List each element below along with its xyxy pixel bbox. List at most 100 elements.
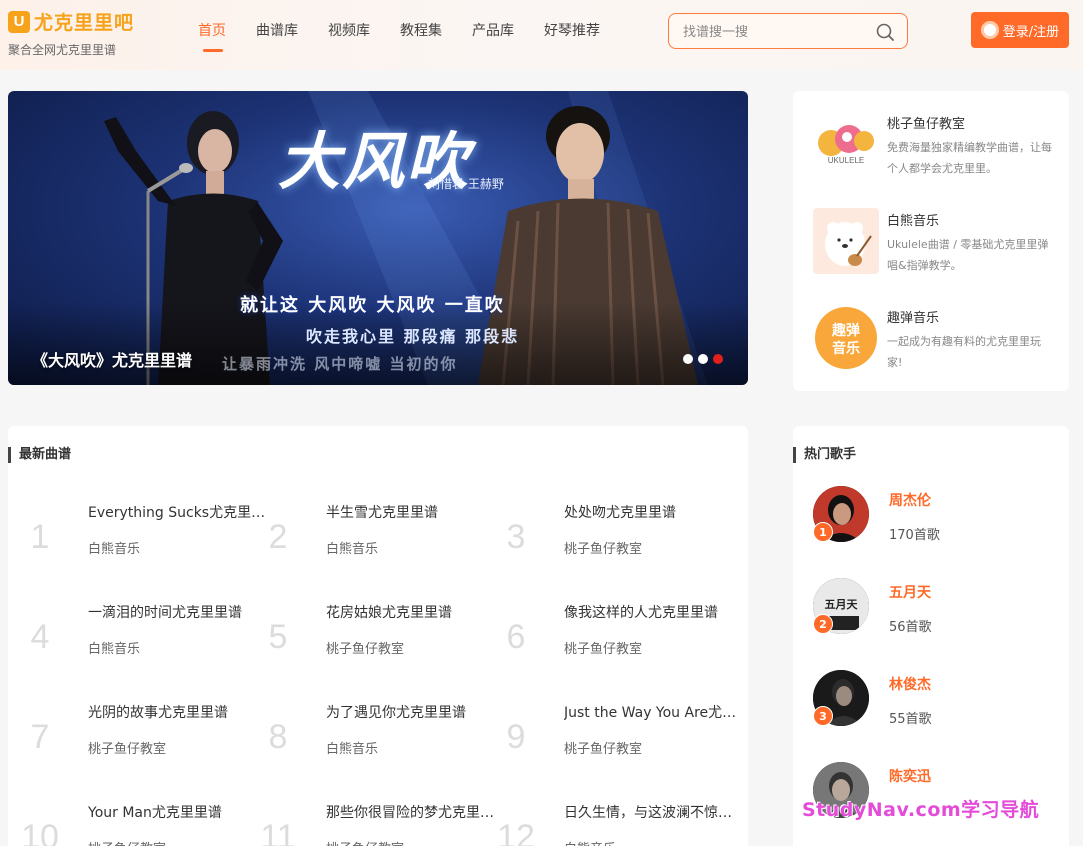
score-item[interactable]: 3 处处吻尤克里里谱 桃子鱼仔教室 <box>492 502 722 582</box>
score-author[interactable]: 白熊音乐 <box>564 838 616 846</box>
score-author[interactable]: 桃子鱼仔教室 <box>326 638 404 657</box>
site-slogan: 聚合全网尤克里里谱 <box>8 43 117 57</box>
score-title[interactable]: Just the Way You Are尤克里里谱 <box>564 702 744 722</box>
recommend-item[interactable]: 白熊音乐 Ukulele曲谱 / 零基础尤克里里弹唱&指弹教学。 <box>813 208 1063 278</box>
score-title[interactable]: Everything Sucks尤克里里谱 <box>88 502 268 522</box>
banner-artists: 刘惜君 王赫野 <box>428 177 504 191</box>
banner-lyric-line: 吹走我心里 那段痛 那段悲 <box>306 327 520 346</box>
nav-tutorials[interactable]: 教程集 <box>400 20 442 52</box>
recommend-name: 桃子鱼仔教室 <box>887 117 966 132</box>
carousel-dot[interactable] <box>683 354 693 364</box>
site-logo[interactable]: U 尤克里里吧 <box>8 8 134 35</box>
recommend-item[interactable]: UKULELE 桃子鱼仔教室 免费海量独家精编教学曲谱，让每个人都学会尤克里里。 <box>813 111 1063 181</box>
score-author[interactable]: 白熊音乐 <box>88 538 140 557</box>
score-author[interactable]: 桃子鱼仔教室 <box>88 738 166 757</box>
score-title[interactable]: 为了遇见你尤克里里谱 <box>326 702 506 722</box>
nav-recommend[interactable]: 好琴推荐 <box>544 20 600 52</box>
carousel-dot-active[interactable] <box>713 354 723 364</box>
score-item[interactable]: 10 Your Man尤克里里谱 桃子鱼仔教室 <box>16 802 246 846</box>
singer-name[interactable]: 林俊杰 <box>889 674 931 694</box>
singer-song-count: 55首歌 <box>889 712 932 727</box>
banner-lyric-line: 就让这 大风吹 大风吹 一直吹 <box>240 295 505 316</box>
score-author[interactable]: 白熊音乐 <box>88 638 140 657</box>
score-author[interactable]: 桃子鱼仔教室 <box>564 738 642 757</box>
ukulele-logo-icon: UKULELE <box>813 111 879 177</box>
score-item[interactable]: 9 Just the Way You Are尤克里里谱 桃子鱼仔教室 <box>492 702 744 782</box>
score-item[interactable]: 11 那些你很冒险的梦尤克里里谱 桃子鱼仔教室 <box>254 802 506 846</box>
recommend-item[interactable]: 趣弹 音乐 趣弹音乐 一起成为有趣有料的尤克里里玩家! <box>813 305 1063 375</box>
score-author[interactable]: 桃子鱼仔教室 <box>88 838 166 846</box>
nav-videos[interactable]: 视频库 <box>328 20 370 52</box>
singer-item[interactable]: 五月天 2 五月天 56首歌 <box>813 578 1053 638</box>
score-author[interactable]: 白熊音乐 <box>326 738 378 757</box>
nav-home[interactable]: 首页 <box>198 20 226 52</box>
score-title[interactable]: 花房姑娘尤克里里谱 <box>326 602 506 622</box>
score-item[interactable]: 12 日久生情，与这波澜不惊尤克里里谱 白熊音乐 <box>492 802 744 846</box>
score-item[interactable]: 2 半生雪尤克里里谱 白熊音乐 <box>254 502 484 582</box>
singer-item[interactable]: 3 林俊杰 55首歌 <box>813 670 1053 730</box>
score-item[interactable]: 6 像我这样的人尤克里里谱 桃子鱼仔教室 <box>492 602 722 682</box>
score-rank: 11 <box>260 818 296 846</box>
search-input[interactable] <box>683 22 863 42</box>
score-title[interactable]: 日久生情，与这波澜不惊尤克里里谱 <box>564 802 744 822</box>
score-author[interactable]: 桃子鱼仔教室 <box>564 638 642 657</box>
svg-text:趣弹: 趣弹 <box>831 322 860 339</box>
score-item[interactable]: 5 花房姑娘尤克里里谱 桃子鱼仔教室 <box>254 602 484 682</box>
score-author[interactable]: 桃子鱼仔教室 <box>564 538 642 557</box>
qutan-logo-icon: 趣弹 音乐 <box>813 305 879 371</box>
singer-item[interactable]: 1 周杰伦 170首歌 <box>813 486 1053 546</box>
score-rank: 12 <box>497 818 535 846</box>
section-title: 热门歌手 <box>793 447 856 463</box>
logo-text: 尤克里里吧 <box>34 12 135 34</box>
logo-badge-icon: U <box>8 10 30 33</box>
site-header: U 尤克里里吧 聚合全网尤克里里谱 首页 曲谱库 视频库 教程集 产品库 好琴推… <box>0 0 1083 70</box>
score-rank: 1 <box>30 518 50 556</box>
score-author[interactable]: 桃子鱼仔教室 <box>326 838 404 846</box>
recommend-name: 白熊音乐 <box>887 214 940 229</box>
rank-badge: 1 <box>813 522 833 542</box>
score-rank: 4 <box>30 618 50 656</box>
score-title[interactable]: 一滴泪的时间尤克里里谱 <box>88 602 268 622</box>
search-box <box>668 13 908 49</box>
singer-song-count: 170首歌 <box>889 528 940 543</box>
nav-scores[interactable]: 曲谱库 <box>256 20 298 52</box>
singer-name[interactable]: 陈奕迅 <box>889 766 931 786</box>
login-register-button[interactable]: 登录/注册 <box>971 12 1069 48</box>
recommend-desc: 一起成为有趣有料的尤克里里玩家! <box>887 335 1041 369</box>
carousel-dot[interactable] <box>698 354 708 364</box>
bear-logo-icon <box>813 208 879 274</box>
score-title[interactable]: 半生雪尤克里里谱 <box>326 502 506 522</box>
login-register-label: 登录/注册 <box>1002 24 1060 40</box>
score-title[interactable]: 那些你很冒险的梦尤克里里谱 <box>326 802 506 822</box>
score-rank: 9 <box>506 718 526 756</box>
main-nav: 首页 曲谱库 视频库 教程集 产品库 好琴推荐 <box>198 20 630 52</box>
score-item[interactable]: 7 光阴的故事尤克里里谱 桃子鱼仔教室 <box>16 702 246 782</box>
score-rank: 8 <box>268 718 288 756</box>
score-title[interactable]: 像我这样的人尤克里里谱 <box>564 602 744 622</box>
section-title: 最新曲谱 <box>8 447 71 463</box>
recommend-desc: Ukulele曲谱 / 零基础尤克里里弹唱&指弹教学。 <box>887 238 1049 272</box>
banner-carousel[interactable]: 大风吹 刘惜君 王赫野 就让这 大风吹 大风吹 一直吹 吹走我心里 那段痛 那段… <box>8 91 748 385</box>
singer-song-count: 56首歌 <box>889 620 932 635</box>
singer-name[interactable]: 周杰伦 <box>889 490 931 510</box>
score-author[interactable]: 白熊音乐 <box>326 538 378 557</box>
score-rank: 6 <box>506 618 526 656</box>
recommend-panel: UKULELE 桃子鱼仔教室 免费海量独家精编教学曲谱，让每个人都学会尤克里里。… <box>793 91 1069 391</box>
user-avatar-icon <box>980 21 999 39</box>
svg-text:音乐: 音乐 <box>832 340 860 357</box>
search-icon[interactable] <box>875 22 895 42</box>
score-title[interactable]: 处处吻尤克里里谱 <box>564 502 744 522</box>
score-title[interactable]: Your Man尤克里里谱 <box>88 802 268 822</box>
score-item[interactable]: 4 一滴泪的时间尤克里里谱 白熊音乐 <box>16 602 246 682</box>
score-rank: 10 <box>21 818 59 846</box>
score-title[interactable]: 光阴的故事尤克里里谱 <box>88 702 268 722</box>
banner-caption[interactable]: 《大风吹》尤克里里谱 <box>32 347 192 371</box>
score-item[interactable]: 1 Everything Sucks尤克里里谱 白熊音乐 <box>16 502 268 582</box>
singer-name[interactable]: 五月天 <box>889 582 931 602</box>
rank-badge: 3 <box>813 706 833 726</box>
recommend-name: 趣弹音乐 <box>887 311 940 326</box>
svg-text:五月天: 五月天 <box>825 598 859 611</box>
score-item[interactable]: 8 为了遇见你尤克里里谱 白熊音乐 <box>254 702 484 782</box>
hot-singers-panel: 热门歌手 1 周杰伦 170首歌 五月天 2 五月天 56首歌 3 林俊杰 55… <box>793 426 1069 846</box>
nav-products[interactable]: 产品库 <box>472 20 514 52</box>
